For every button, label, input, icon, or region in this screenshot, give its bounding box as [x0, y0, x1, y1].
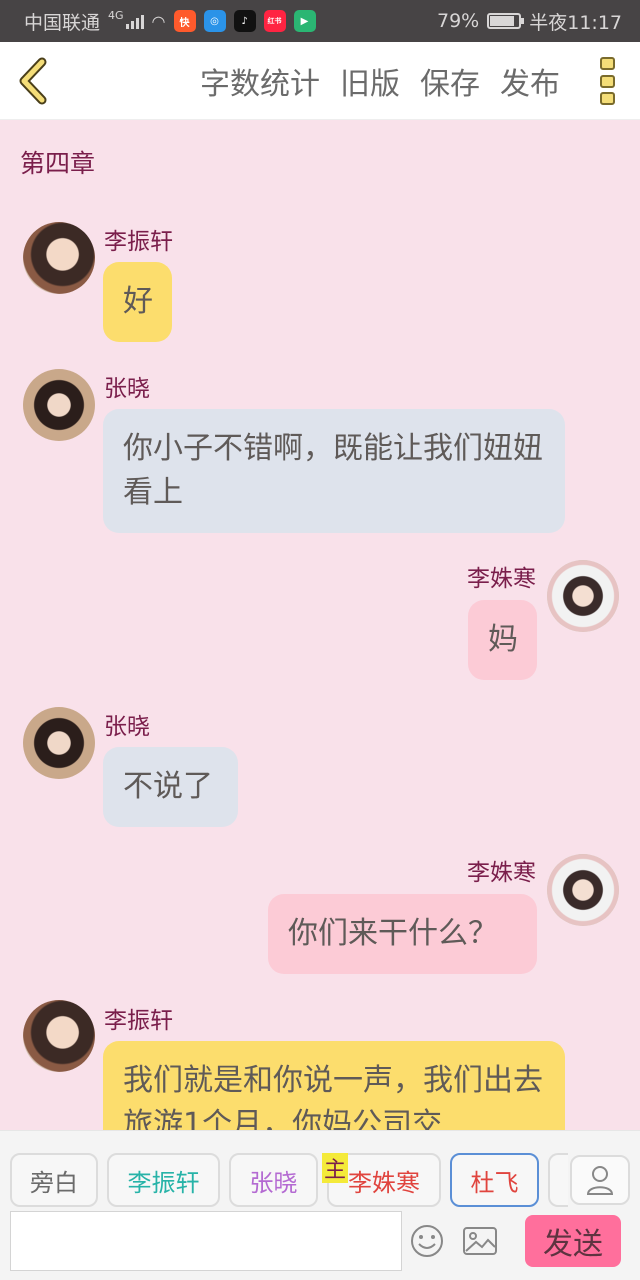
- battery-icon: [487, 13, 525, 29]
- back-button[interactable]: [14, 56, 54, 106]
- send-button[interactable]: 发送: [525, 1215, 621, 1267]
- role-chip-more[interactable]: [548, 1153, 568, 1207]
- avatar[interactable]: [23, 369, 95, 441]
- avatar[interactable]: [547, 560, 619, 632]
- speaker-name: 张晓: [104, 376, 150, 402]
- more-menu-button[interactable]: [600, 57, 618, 105]
- status-bar: 中国联通 4G ◠ 快 ◎ ♪ 红书 ▶ 79% 半夜11:17: [0, 0, 640, 42]
- message-bubble[interactable]: 妈: [468, 600, 537, 680]
- network-type: 4G: [108, 8, 124, 22]
- speaker-name: 李振轩: [104, 1008, 173, 1034]
- speaker-name: 李姝寒: [467, 860, 536, 886]
- battery-percent: 79%: [437, 10, 480, 32]
- app-icon-video: ▶: [293, 10, 316, 32]
- avatar[interactable]: [547, 854, 619, 926]
- app-icon-kuaishou: 快: [173, 10, 196, 32]
- avatar[interactable]: [23, 1000, 95, 1072]
- app-icon-browser: ◎: [203, 10, 226, 32]
- chapter-title[interactable]: 第四章: [20, 144, 95, 180]
- main-role-badge: 主: [322, 1153, 348, 1183]
- speaker-name: 李振轩: [104, 229, 173, 255]
- manage-roles-button[interactable]: [570, 1155, 630, 1205]
- role-chip-zhang-xiao[interactable]: 张晓: [229, 1153, 318, 1207]
- image-button[interactable]: [460, 1221, 500, 1261]
- speaker-name: 李姝寒: [467, 566, 536, 592]
- message-bubble[interactable]: 不说了: [103, 747, 238, 827]
- avatar[interactable]: [23, 707, 95, 779]
- chevron-left-icon: [19, 57, 47, 105]
- signal-icon: [125, 13, 144, 29]
- image-icon: [463, 1227, 497, 1255]
- role-chip-du-fei[interactable]: 杜飞: [450, 1153, 539, 1207]
- save-button[interactable]: 保存: [420, 59, 480, 103]
- word-count-button[interactable]: 字数统计: [200, 59, 320, 103]
- role-chip-li-zhenxuan[interactable]: 李振轩: [107, 1153, 220, 1207]
- message-input[interactable]: [10, 1211, 402, 1271]
- publish-button[interactable]: 发布: [500, 59, 560, 103]
- speaker-name: 张晓: [104, 714, 150, 740]
- message-bubble[interactable]: 你们来干什么？: [268, 894, 537, 974]
- clock: 半夜11:17: [529, 11, 622, 34]
- carrier-label: 中国联通: [24, 11, 101, 34]
- person-icon: [586, 1166, 614, 1195]
- old-version-button[interactable]: 旧版: [340, 59, 400, 103]
- wifi-icon: ◠: [151, 11, 166, 31]
- emoji-icon: [411, 1225, 443, 1257]
- editor-toolbar: 字数统计 旧版 保存 发布: [0, 42, 640, 120]
- app-icon-douyin: ♪: [233, 10, 256, 32]
- app-icon-xiaohongshu: 红书: [263, 10, 286, 32]
- message-bubble[interactable]: 好: [103, 262, 172, 342]
- avatar[interactable]: [23, 222, 95, 294]
- emoji-button[interactable]: [407, 1221, 447, 1261]
- role-chip-narration[interactable]: 旁白: [10, 1153, 98, 1207]
- compose-panel: 旁白 李振轩 张晓 李姝寒 主 杜飞 发送: [0, 1130, 640, 1280]
- message-bubble[interactable]: 你小子不错啊，既能让我们妞妞看上: [103, 409, 565, 533]
